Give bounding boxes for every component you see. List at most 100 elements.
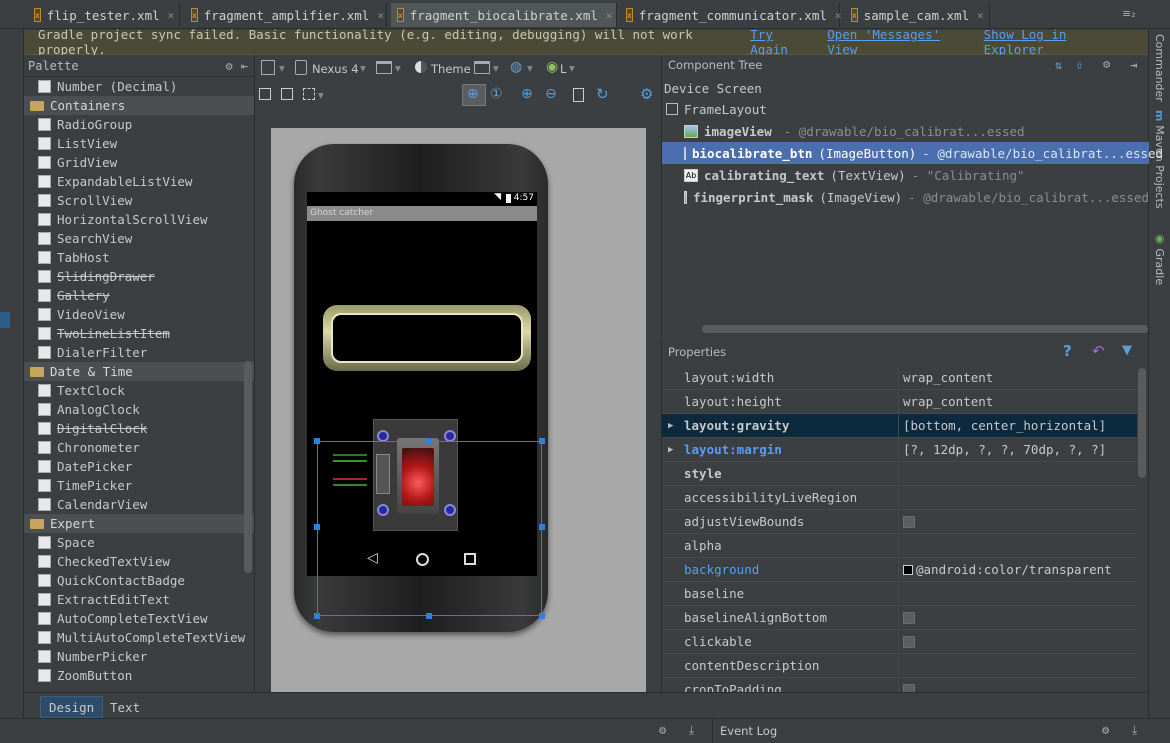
palette-group[interactable]: Containers (24, 96, 254, 115)
property-value[interactable]: [bottom, center_horizontal] (903, 418, 1106, 433)
gear-icon[interactable]: ⚙ (226, 59, 233, 73)
tree-node[interactable]: Ab calibrating_text (TextView) - "Calibrati… (662, 164, 1149, 186)
resize-handle[interactable] (314, 438, 320, 444)
palette-item[interactable]: AnalogClock (24, 400, 254, 419)
tab-fragment-biocalibrate[interactable]: x fragment_biocalibrate.xml ✕ (391, 3, 617, 27)
resize-handle[interactable] (539, 613, 545, 619)
property-checkbox[interactable] (903, 611, 915, 624)
property-value[interactable]: [?, 12dp, ?, ?, 70dp, ?, ?] (903, 442, 1106, 457)
tree-device-screen[interactable]: Device Screen (662, 77, 1149, 99)
design-tab[interactable]: Design (40, 696, 104, 718)
expand-arrow-icon[interactable]: ▶ (668, 421, 673, 431)
device-selector[interactable]: Nexus 4 (312, 62, 359, 76)
tree-framelayout[interactable]: FrameLayout (662, 98, 1149, 120)
palette-item[interactable]: ExtractEditText (24, 590, 254, 609)
gradle-tool-button[interactable]: ◉ Gradle (1153, 232, 1166, 285)
show-log-link[interactable]: Show Log in Explorer (984, 27, 1128, 57)
palette-item[interactable]: ScrollView (24, 191, 254, 210)
property-checkbox[interactable] (903, 515, 915, 528)
tab-overflow-button[interactable]: ≡₂ (1122, 7, 1136, 20)
property-row[interactable]: cropToPadding (662, 677, 1137, 692)
palette-item[interactable]: TwoLineListItem (24, 324, 254, 343)
palette-item[interactable]: TimePicker (24, 476, 254, 495)
property-row[interactable]: style (662, 461, 1137, 486)
palette-group[interactable]: Date & Time (24, 362, 254, 381)
tree-node[interactable]: biocalibrate_btn (ImageButton) - @drawable… (662, 142, 1163, 164)
event-log-label[interactable]: Event Log (720, 724, 777, 738)
property-row[interactable]: baseline (662, 581, 1137, 606)
palette-item[interactable]: SlidingDrawer (24, 267, 254, 286)
resize-handle[interactable] (426, 438, 432, 444)
palette-item[interactable]: CheckedTextView (24, 552, 254, 571)
resize-handle[interactable] (539, 438, 545, 444)
palette-item[interactable]: AutoCompleteTextView (24, 609, 254, 628)
calibrating-text-frame[interactable] (323, 305, 531, 371)
palette-item[interactable]: NumberPicker (24, 647, 254, 666)
zoom-in-icon[interactable]: ⊕ (521, 86, 533, 102)
property-row[interactable]: layout:width wrap_content (662, 365, 1137, 390)
open-messages-link[interactable]: Open 'Messages' View (827, 27, 971, 57)
palette-item[interactable]: Space (24, 533, 254, 552)
close-icon[interactable]: ✕ (977, 9, 984, 22)
palette-item[interactable]: HorizontalScrollView (24, 210, 254, 229)
text-tab[interactable]: Text (102, 696, 148, 718)
property-row[interactable]: contentDescription (662, 653, 1137, 678)
property-row[interactable]: ▶ layout:margin [?, 12dp, ?, ?, 70dp, ?, ?… (662, 437, 1137, 462)
zoom-actual-icon[interactable]: ① (490, 86, 503, 102)
property-row[interactable]: baselineAlignBottom (662, 605, 1137, 630)
palette-item[interactable]: DigitalClock (24, 419, 254, 438)
palette-item[interactable]: GridView (24, 153, 254, 172)
property-value[interactable]: wrap_content (903, 370, 993, 385)
palette-item[interactable]: SearchView (24, 229, 254, 248)
property-checkbox[interactable] (903, 683, 915, 692)
api-level-selector[interactable]: L (560, 62, 566, 76)
palette-item[interactable]: Number (Decimal) (24, 77, 254, 96)
expand-icon[interactable] (281, 88, 293, 100)
palette-item[interactable]: CalendarView (24, 495, 254, 514)
property-checkbox[interactable] (903, 635, 915, 648)
activity-icon[interactable] (474, 61, 490, 74)
resize-icon[interactable] (259, 88, 271, 100)
tab-fragment-amplifier[interactable]: x fragment_amplifier.xml ✕ (185, 3, 387, 27)
selection-bounds[interactable] (314, 438, 545, 619)
resize-handle[interactable] (539, 524, 545, 530)
screenshot-icon[interactable] (573, 88, 584, 102)
hide-panel-icon[interactable]: ⇥ (1130, 58, 1137, 72)
refresh-icon[interactable]: ↻ (596, 85, 609, 103)
property-row[interactable]: background @android:color/transparent (662, 557, 1137, 582)
property-row[interactable]: alpha (662, 533, 1137, 558)
globe-icon[interactable]: ◍ (510, 59, 522, 75)
expand-all-icon[interactable]: ⇅ (1055, 58, 1062, 72)
gear-icon[interactable]: ⚙ (1102, 723, 1109, 737)
resize-handle[interactable] (314, 613, 320, 619)
expand-arrow-icon[interactable]: ▶ (668, 445, 673, 455)
close-icon[interactable]: ✕ (377, 9, 384, 22)
palette-group[interactable]: Expert (24, 514, 254, 533)
close-icon[interactable]: ✕ (168, 9, 175, 22)
theme-selector[interactable]: Theme (431, 62, 471, 76)
gear-icon[interactable]: ⚙ (640, 85, 653, 103)
undo-icon[interactable]: ↶ (1092, 342, 1105, 360)
palette-item[interactable]: VideoView (24, 305, 254, 324)
device-frame-icon[interactable] (261, 60, 275, 75)
property-row[interactable]: clickable (662, 629, 1137, 654)
layout-icon[interactable] (303, 88, 315, 100)
collapse-all-icon[interactable]: ⇳ (1076, 58, 1083, 72)
commander-tool-button[interactable]: Commander (1153, 34, 1166, 102)
hide-panel-icon[interactable]: ⤓ (1132, 723, 1137, 738)
tab-flip-tester[interactable]: x flip_tester.xml ✕ (28, 3, 180, 27)
tree-horizontal-scrollbar[interactable] (702, 325, 1148, 333)
property-row[interactable]: accessibilityLiveRegion (662, 485, 1137, 510)
gear-icon[interactable]: ⚙ (659, 723, 666, 737)
hide-panel-icon[interactable]: ⤓ (689, 723, 694, 738)
tree-node[interactable]: imageView - @drawable/bio_calibrat...esse… (662, 120, 1149, 142)
palette-item[interactable]: QuickContactBadge (24, 571, 254, 590)
palette-item[interactable]: TabHost (24, 248, 254, 267)
filter-icon[interactable]: ▼ (1122, 343, 1132, 358)
property-row[interactable]: layout:height wrap_content (662, 389, 1137, 414)
palette-item[interactable]: ZoomButton (24, 666, 254, 685)
tab-fragment-communicator[interactable]: x fragment_communicator.xml ✕ (620, 3, 842, 27)
close-icon[interactable]: ✕ (606, 9, 613, 22)
palette-item[interactable]: ListView (24, 134, 254, 153)
tree-node[interactable]: fingerprint_mask (ImageView) - @drawable/b… (662, 186, 1149, 208)
